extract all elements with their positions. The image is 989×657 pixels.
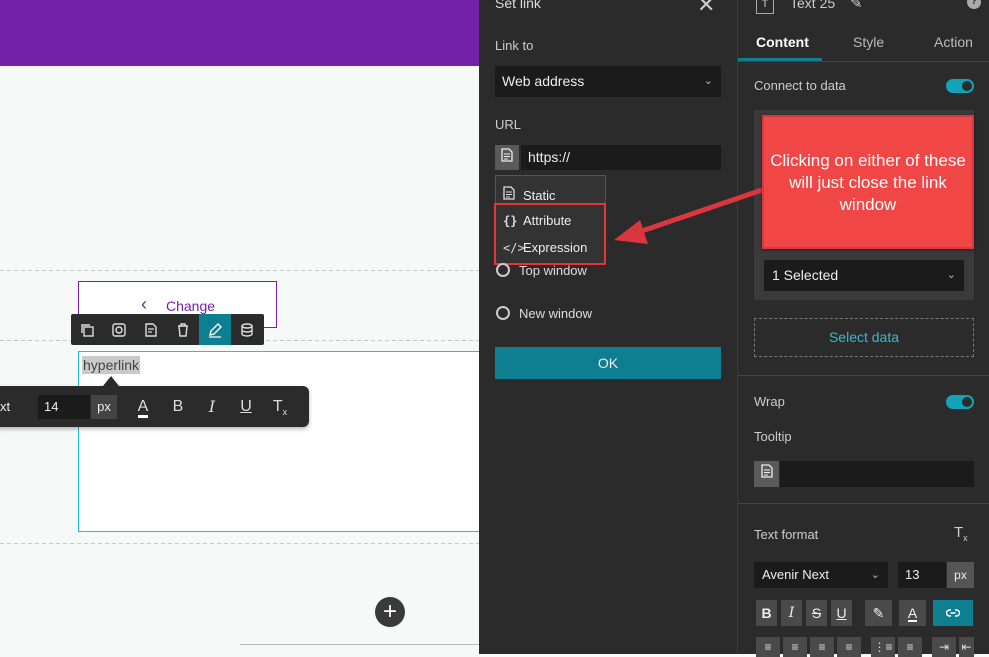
underline-icon[interactable]: U — [831, 600, 852, 626]
text-color-icon[interactable]: A — [131, 395, 155, 419]
section-divider — [738, 503, 989, 504]
radio-new-window[interactable] — [496, 306, 510, 320]
font-family-select[interactable]: Avenir Next ⌄ — [754, 562, 888, 588]
wrap-label: Wrap — [754, 394, 785, 409]
static-doc-icon[interactable] — [495, 145, 519, 170]
highlight-color-icon[interactable]: ✎ — [865, 600, 892, 626]
toolbar-pointer — [103, 376, 119, 386]
link-to-label: Link to — [495, 38, 534, 53]
font-unit-label: px — [947, 562, 974, 588]
link-to-select[interactable]: Web address ⌄ — [495, 66, 721, 97]
rename-pencil-icon[interactable]: ✎ — [850, 0, 863, 12]
clear-format-icon[interactable]: Tx — [268, 395, 292, 419]
tab-content[interactable]: Content — [756, 34, 809, 50]
edit-pencil-icon[interactable] — [199, 314, 231, 345]
align-center-icon[interactable]: ≡ — [783, 637, 807, 657]
tab-action[interactable]: Action — [934, 34, 973, 50]
section-divider — [0, 270, 479, 271]
canvas-divider — [240, 644, 480, 645]
widget-title: Text 25 — [790, 0, 836, 11]
connect-to-data-label: Connect to data — [754, 78, 846, 93]
font-size-input[interactable]: 14 — [38, 395, 90, 419]
bold-icon[interactable]: B — [166, 395, 190, 419]
annotation-highlight-box — [494, 203, 606, 265]
italic-icon[interactable]: I — [200, 395, 224, 419]
text-format-label: Text format — [754, 527, 819, 542]
chevron-down-icon: ⌄ — [870, 569, 880, 581]
chevron-down-icon: ⌵ — [0, 427, 7, 437]
strikethrough-icon[interactable]: S — [806, 600, 827, 626]
static-doc-icon[interactable] — [754, 461, 779, 487]
dropdown-item-static[interactable]: Static — [503, 186, 556, 203]
indent-icon[interactable]: ⇥ — [932, 637, 956, 657]
panel-title: Set link — [495, 0, 541, 11]
section-divider — [738, 375, 989, 376]
text-widget-frame[interactable] — [78, 351, 480, 532]
text-color-icon[interactable]: A — [899, 600, 926, 626]
selected-hyperlink-text[interactable]: hyperlink — [82, 356, 141, 374]
tooltip-input[interactable] — [780, 461, 974, 487]
camera-icon[interactable] — [103, 314, 135, 345]
url-input[interactable]: https:// — [521, 145, 721, 170]
radio-label-new-window: New window — [519, 306, 592, 321]
database-icon[interactable] — [231, 314, 263, 345]
trash-icon[interactable] — [167, 314, 199, 345]
section-divider — [0, 543, 479, 544]
style-doc-icon[interactable] — [135, 314, 167, 345]
chevron-left-icon: ‹ — [141, 294, 147, 314]
header-banner — [0, 0, 479, 66]
font-family-select[interactable]: xt ⌵ — [0, 395, 20, 437]
widget-toolbar — [71, 314, 264, 345]
duplicate-icon[interactable] — [71, 314, 103, 345]
align-left-icon[interactable]: ≡ — [756, 637, 780, 657]
url-label: URL — [495, 117, 522, 132]
bullet-list-icon[interactable]: ⋮≡ — [871, 637, 895, 657]
radio-label-top-window: Top window — [519, 263, 587, 278]
outdent-icon[interactable]: ⇤ — [959, 637, 974, 657]
tab-style[interactable]: Style — [853, 34, 884, 50]
italic-icon[interactable]: I — [781, 600, 802, 626]
underline-icon[interactable]: U — [234, 395, 258, 419]
connect-to-data-toggle[interactable] — [946, 79, 974, 93]
settings-panel: T Text 25 ✎ ? Content Style Action Conne… — [737, 0, 989, 657]
chevron-down-icon: ⌄ — [703, 75, 713, 87]
select-data-button[interactable]: Select data — [754, 318, 974, 357]
tab-divider — [738, 61, 989, 62]
text-format-toolbar: xt ⌵ 14 px A B I U Tx — [0, 386, 309, 437]
add-widget-icon[interactable]: + — [375, 597, 405, 627]
data-selection-dropdown[interactable]: 1 Selected ⌄ — [764, 260, 964, 291]
font-size-input[interactable]: 13 — [898, 562, 946, 588]
text-widget-icon: T — [756, 0, 774, 14]
align-justify-icon[interactable]: ≡ — [837, 637, 861, 657]
align-right-icon[interactable]: ≡ — [810, 637, 834, 657]
close-icon[interactable]: ✕ — [697, 0, 715, 18]
radio-top-window[interactable] — [496, 263, 510, 277]
link-icon[interactable] — [933, 600, 973, 626]
annotation-callout: Clicking on either of these will just cl… — [762, 115, 974, 249]
clear-format-icon[interactable]: Tx — [954, 524, 968, 543]
tooltip-label: Tooltip — [754, 429, 792, 444]
set-link-panel: Set link ✕ Link to Web address ⌄ URL htt… — [479, 0, 737, 654]
chevron-down-icon: ⌄ — [946, 269, 956, 281]
bold-icon[interactable]: B — [756, 600, 777, 626]
ok-button[interactable]: OK — [495, 347, 721, 379]
font-unit-label: px — [91, 395, 117, 419]
help-icon[interactable]: ? — [967, 0, 981, 9]
wrap-toggle[interactable] — [946, 395, 974, 409]
numbered-list-icon[interactable]: ≡ — [898, 637, 922, 657]
static-icon — [503, 186, 523, 203]
